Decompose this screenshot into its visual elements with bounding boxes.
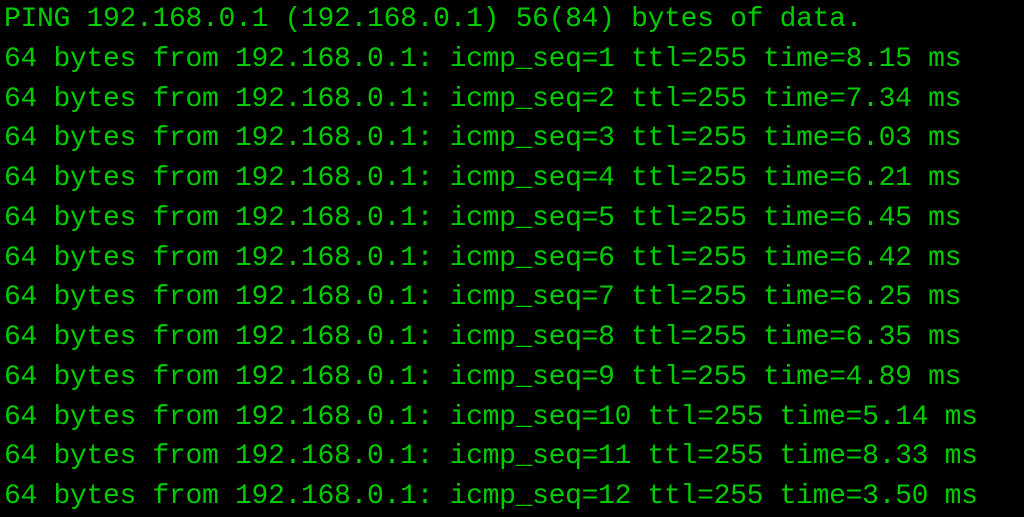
ping-reply-line: 64 bytes from 192.168.0.1: icmp_seq=8 tt… — [4, 318, 1020, 358]
ping-reply-line: 64 bytes from 192.168.0.1: icmp_seq=2 tt… — [4, 80, 1020, 120]
ping-reply-line: 64 bytes from 192.168.0.1: icmp_seq=7 tt… — [4, 278, 1020, 318]
ping-reply-line: 64 bytes from 192.168.0.1: icmp_seq=5 tt… — [4, 199, 1020, 239]
ping-reply-line: 64 bytes from 192.168.0.1: icmp_seq=12 t… — [4, 477, 1020, 517]
ping-header: PING 192.168.0.1 (192.168.0.1) 56(84) by… — [4, 0, 1020, 40]
ping-reply-line: 64 bytes from 192.168.0.1: icmp_seq=10 t… — [4, 398, 1020, 438]
ping-reply-line: 64 bytes from 192.168.0.1: icmp_seq=4 tt… — [4, 159, 1020, 199]
ping-reply-line: 64 bytes from 192.168.0.1: icmp_seq=3 tt… — [4, 119, 1020, 159]
ping-reply-line: 64 bytes from 192.168.0.1: icmp_seq=11 t… — [4, 437, 1020, 477]
ping-reply-line: 64 bytes from 192.168.0.1: icmp_seq=6 tt… — [4, 239, 1020, 279]
ping-reply-line: 64 bytes from 192.168.0.1: icmp_seq=1 tt… — [4, 40, 1020, 80]
ping-reply-line: 64 bytes from 192.168.0.1: icmp_seq=9 tt… — [4, 358, 1020, 398]
